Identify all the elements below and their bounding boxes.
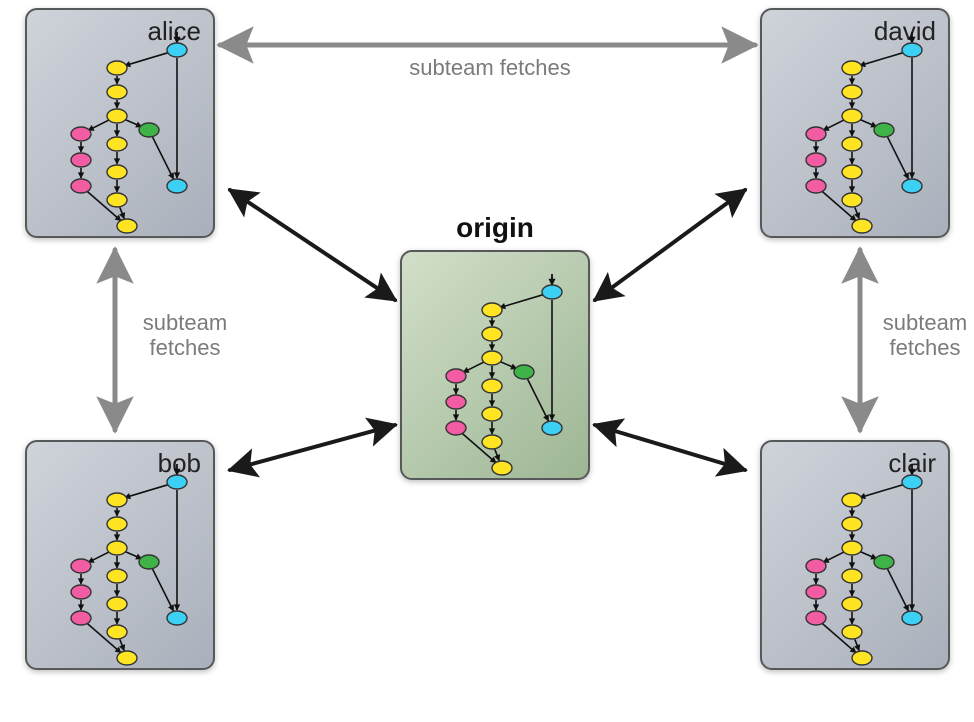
commit-graph-clair	[762, 442, 952, 672]
commit-graph-origin	[402, 252, 592, 482]
repo-bob: bob	[25, 440, 215, 670]
commit-graph-alice	[27, 10, 217, 240]
label-subteam-left: subteam fetches	[130, 310, 240, 361]
repo-origin: origin	[400, 250, 590, 480]
label-subteam-top: subteam fetches	[390, 55, 590, 80]
repo-alice: alice	[25, 8, 215, 238]
commit-graph-david	[762, 10, 952, 240]
label-subteam-right: subteam fetches	[870, 310, 974, 361]
commit-graph-bob	[27, 442, 217, 672]
repo-david: david	[760, 8, 950, 238]
repo-origin-title: origin	[456, 212, 534, 244]
repo-clair: clair	[760, 440, 950, 670]
